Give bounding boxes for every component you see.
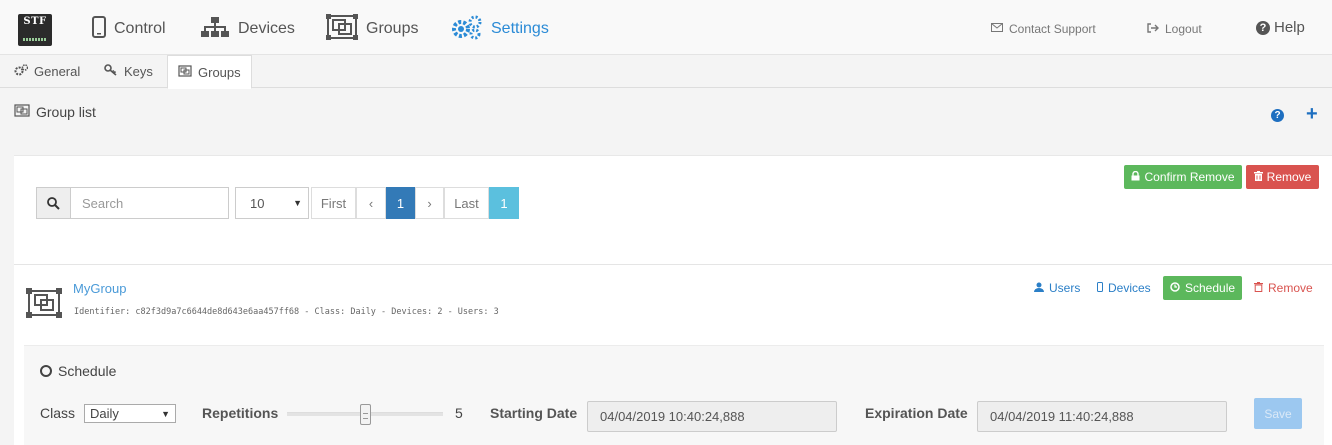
mobile-phone-icon [92, 15, 106, 43]
nav-control[interactable]: Control [92, 14, 166, 44]
logo-text: STF [23, 16, 47, 27]
logo-bar [23, 38, 47, 41]
pagination-first[interactable]: First [311, 187, 356, 219]
schedule-title: Schedule [40, 363, 116, 379]
starting-date-field[interactable]: 04/04/2019 10:40:24,888 [587, 401, 837, 432]
question-circle-icon[interactable]: ? [1271, 109, 1284, 122]
object-group-icon [26, 288, 62, 321]
search-icon [37, 188, 71, 218]
object-group-icon [326, 13, 358, 45]
class-label: Class [40, 405, 76, 421]
pagination-prev[interactable]: ‹ [356, 187, 386, 219]
pagination-total-pages: 1 [489, 187, 519, 219]
nav-settings-label: Settings [491, 20, 549, 37]
pagination-next[interactable]: › [415, 187, 444, 219]
mobile-phone-icon [1097, 281, 1103, 295]
nav-groups-label: Groups [366, 20, 419, 37]
group-devices-button[interactable]: Devices [1097, 281, 1151, 295]
tab-general-label: General [34, 64, 81, 79]
stf-logo[interactable]: STF [18, 14, 52, 46]
nav-devices-label: Devices [238, 20, 295, 37]
confirm-remove-button[interactable]: Confirm Remove [1124, 165, 1242, 189]
gears-icon [14, 64, 29, 79]
save-button[interactable]: Save [1254, 398, 1302, 429]
class-select[interactable]: Daily ▼ [84, 404, 176, 423]
contact-support-link[interactable]: Contact Support [991, 22, 1096, 36]
add-group-icon[interactable]: + [1306, 103, 1318, 126]
group-name-link[interactable]: MyGroup [73, 281, 126, 296]
logout-label: Logout [1165, 22, 1202, 36]
class-select-value: Daily [90, 406, 119, 421]
group-list-title: Group list [14, 104, 96, 120]
search-box [36, 187, 229, 219]
settings-tabs: General Keys Groups [0, 55, 1332, 89]
group-users-button[interactable]: Users [1034, 281, 1080, 295]
trash-icon [1254, 281, 1263, 295]
envelope-icon [991, 23, 1003, 35]
expiration-date-field[interactable]: 04/04/2019 11:40:24,888 [977, 401, 1227, 432]
group-users-label: Users [1049, 281, 1081, 295]
group-schedule-label: Schedule [1185, 281, 1236, 295]
question-circle-icon: ? [1256, 20, 1270, 35]
gears-icon [451, 14, 483, 45]
search-input[interactable] [72, 188, 228, 218]
divider [14, 264, 1332, 265]
schedule-title-text: Schedule [58, 363, 117, 379]
pagination-current-page[interactable]: 1 [386, 187, 415, 219]
caret-down-icon: ▼ [161, 409, 170, 419]
per-page-select[interactable]: 10 ▼ [235, 187, 309, 219]
repetitions-label: Repetitions [202, 405, 279, 421]
tab-groups[interactable]: Groups [167, 55, 252, 89]
pagination-last[interactable]: Last [444, 187, 489, 219]
repetitions-slider-handle[interactable] [360, 404, 371, 425]
tab-groups-label: Groups [198, 64, 241, 80]
help-link[interactable]: ? Help [1256, 19, 1305, 36]
group-devices-label: Devices [1108, 281, 1151, 295]
contact-support-label: Contact Support [1009, 22, 1096, 36]
user-icon [1034, 282, 1044, 295]
object-group-icon [178, 64, 192, 80]
key-icon [104, 64, 118, 79]
remove-label: Remove [1266, 170, 1312, 184]
group-remove-label: Remove [1268, 281, 1313, 295]
nav-groups[interactable]: Groups [326, 13, 419, 45]
tab-keys[interactable]: Keys [94, 55, 163, 88]
lock-icon [1131, 170, 1140, 184]
remove-button[interactable]: Remove [1246, 165, 1319, 189]
group-remove-button[interactable]: Remove [1254, 281, 1313, 295]
expiration-date-label: Expiration Date [865, 405, 968, 421]
logout-link[interactable]: Logout [1147, 22, 1202, 36]
top-navbar: STF Control Devices Groups Settings Cont… [0, 0, 1332, 55]
clock-icon [40, 365, 52, 377]
per-page-value: 10 [250, 195, 265, 211]
nav-control-label: Control [114, 20, 166, 37]
nav-devices[interactable]: Devices [200, 14, 295, 44]
sitemap-icon [200, 16, 230, 43]
object-group-icon [14, 104, 30, 120]
group-schedule-button[interactable]: Schedule [1163, 276, 1243, 300]
help-label: Help [1274, 19, 1305, 36]
group-meta: Identifier: c82f3d9a7c6644de8d643e6aa457… [74, 307, 499, 317]
tab-keys-label: Keys [124, 64, 153, 79]
nav-settings[interactable]: Settings [451, 14, 549, 44]
clock-icon [1170, 281, 1180, 295]
trash-icon [1253, 170, 1263, 184]
group-list-header: Group list ? + [0, 95, 1332, 133]
starting-date-label: Starting Date [490, 405, 578, 421]
sign-out-icon [1147, 22, 1159, 36]
caret-down-icon: ▼ [293, 198, 302, 208]
repetitions-value: 5 [455, 405, 463, 421]
group-list-title-text: Group list [36, 104, 96, 120]
confirm-remove-label: Confirm Remove [1144, 170, 1235, 184]
tab-general[interactable]: General [4, 55, 90, 88]
